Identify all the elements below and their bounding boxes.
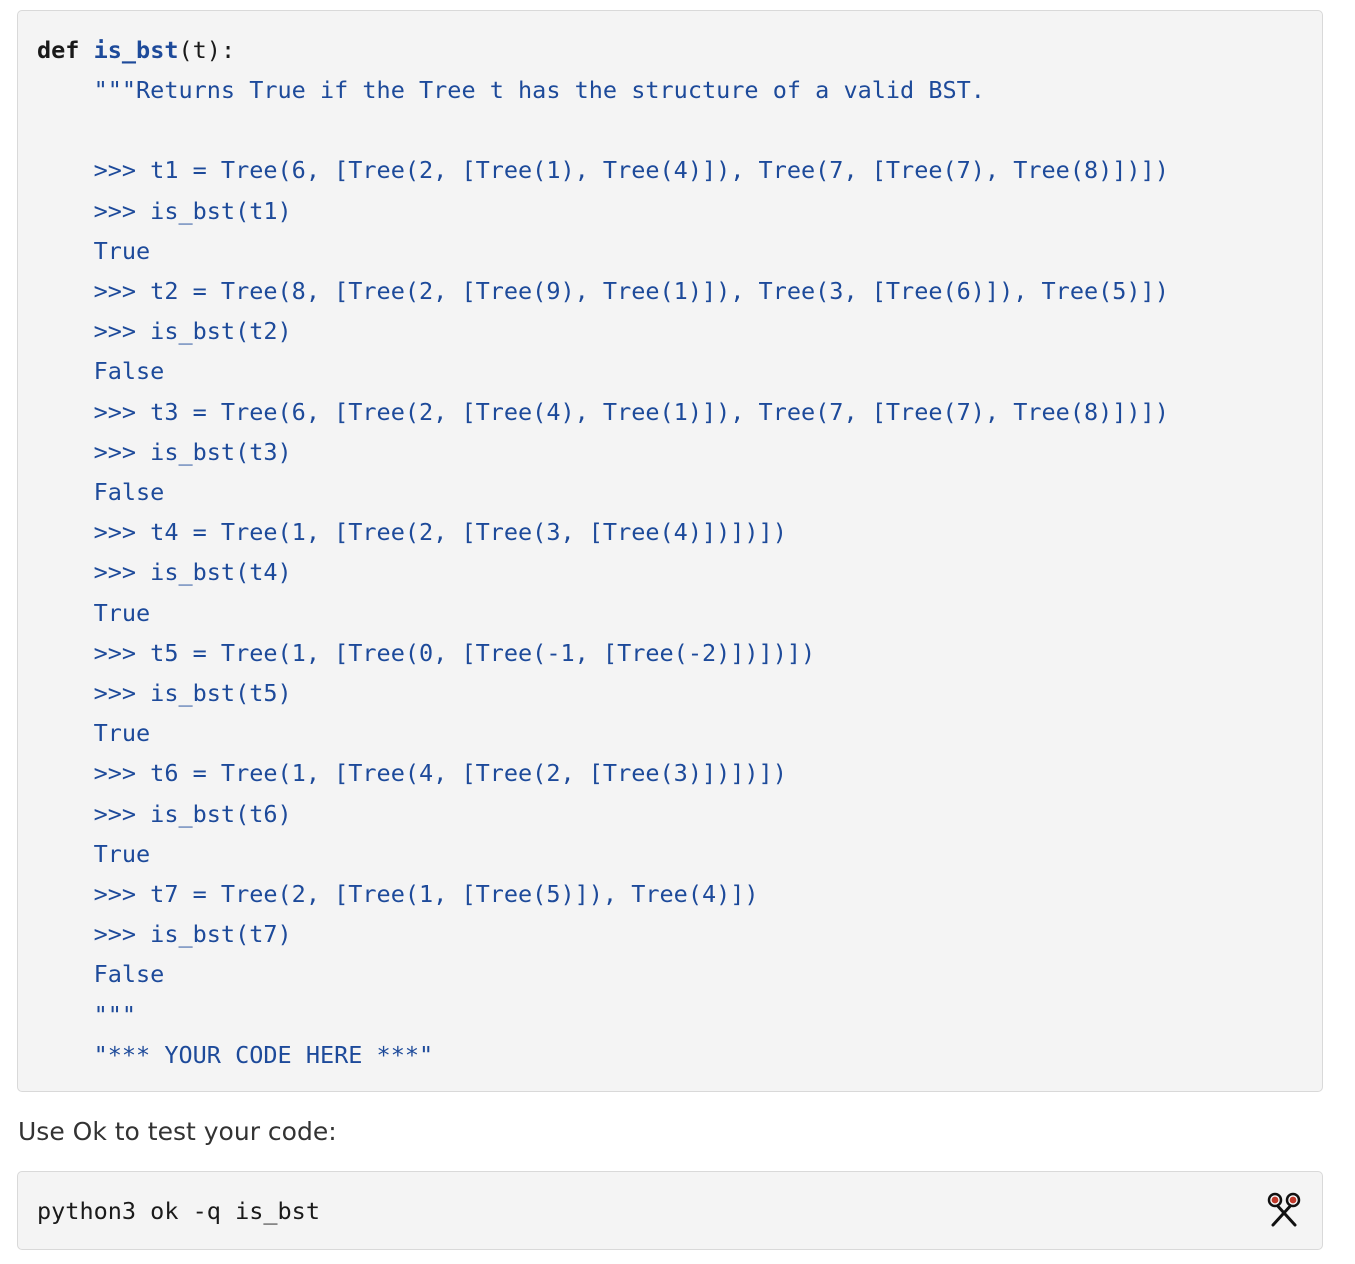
- code-line: >>> is_bst(t1): [37, 196, 292, 225]
- code-line: """Returns True if the Tree t has the st…: [37, 76, 985, 104]
- code-line: >>> t4 = Tree(1, [Tree(2, [Tree(3, [Tree…: [37, 518, 787, 547]
- code-line: "*** YOUR CODE HERE ***": [37, 1040, 434, 1069]
- code-line: False: [37, 960, 165, 989]
- code-line: True: [37, 598, 151, 627]
- code-line-def: def is_bst(t):: [37, 35, 235, 65]
- scissors-icon: [1267, 1192, 1301, 1227]
- code-line: >>> is_bst(t7): [37, 920, 292, 949]
- code-line: >>> t7 = Tree(2, [Tree(1, [Tree(5)]), Tr…: [37, 880, 759, 908]
- code-line: False: [37, 357, 165, 386]
- code-line: >>> t3 = Tree(6, [Tree(2, [Tree(4), Tree…: [37, 397, 1169, 426]
- code-line: >>> t2 = Tree(8, [Tree(2, [Tree(9), Tree…: [37, 277, 1169, 305]
- code-line: """: [37, 1000, 137, 1029]
- code-line: True: [37, 719, 151, 748]
- command-text: python3 ok -q is_bst: [37, 1197, 320, 1225]
- copy-button[interactable]: [1266, 1192, 1302, 1228]
- function-signature: (t):: [178, 36, 236, 64]
- code-line: >>> t1 = Tree(6, [Tree(2, [Tree(1), Tree…: [37, 156, 1169, 185]
- function-name: is_bst: [93, 36, 179, 64]
- code-line: >>> is_bst(t6): [37, 799, 292, 828]
- code-line: >>> is_bst(t5): [37, 679, 292, 707]
- code-line: True: [37, 839, 151, 868]
- code-block: def is_bst(t): """Returns True if the Tr…: [17, 10, 1323, 1092]
- def-keyword: def: [37, 36, 80, 64]
- code-line: False: [37, 478, 165, 506]
- code-line: >>> is_bst(t4): [37, 558, 292, 587]
- test-instruction: Use Ok to test your code:: [18, 1117, 337, 1146]
- command-block: python3 ok -q is_bst: [17, 1171, 1323, 1250]
- code-line: >>> t6 = Tree(1, [Tree(4, [Tree(2, [Tree…: [37, 759, 787, 788]
- code-line: >>> t5 = Tree(1, [Tree(0, [Tree(-1, [Tre…: [37, 638, 816, 667]
- code-line: >>> is_bst(t3): [37, 437, 292, 466]
- code-line: >>> is_bst(t2): [37, 317, 292, 346]
- code-line: True: [37, 236, 151, 265]
